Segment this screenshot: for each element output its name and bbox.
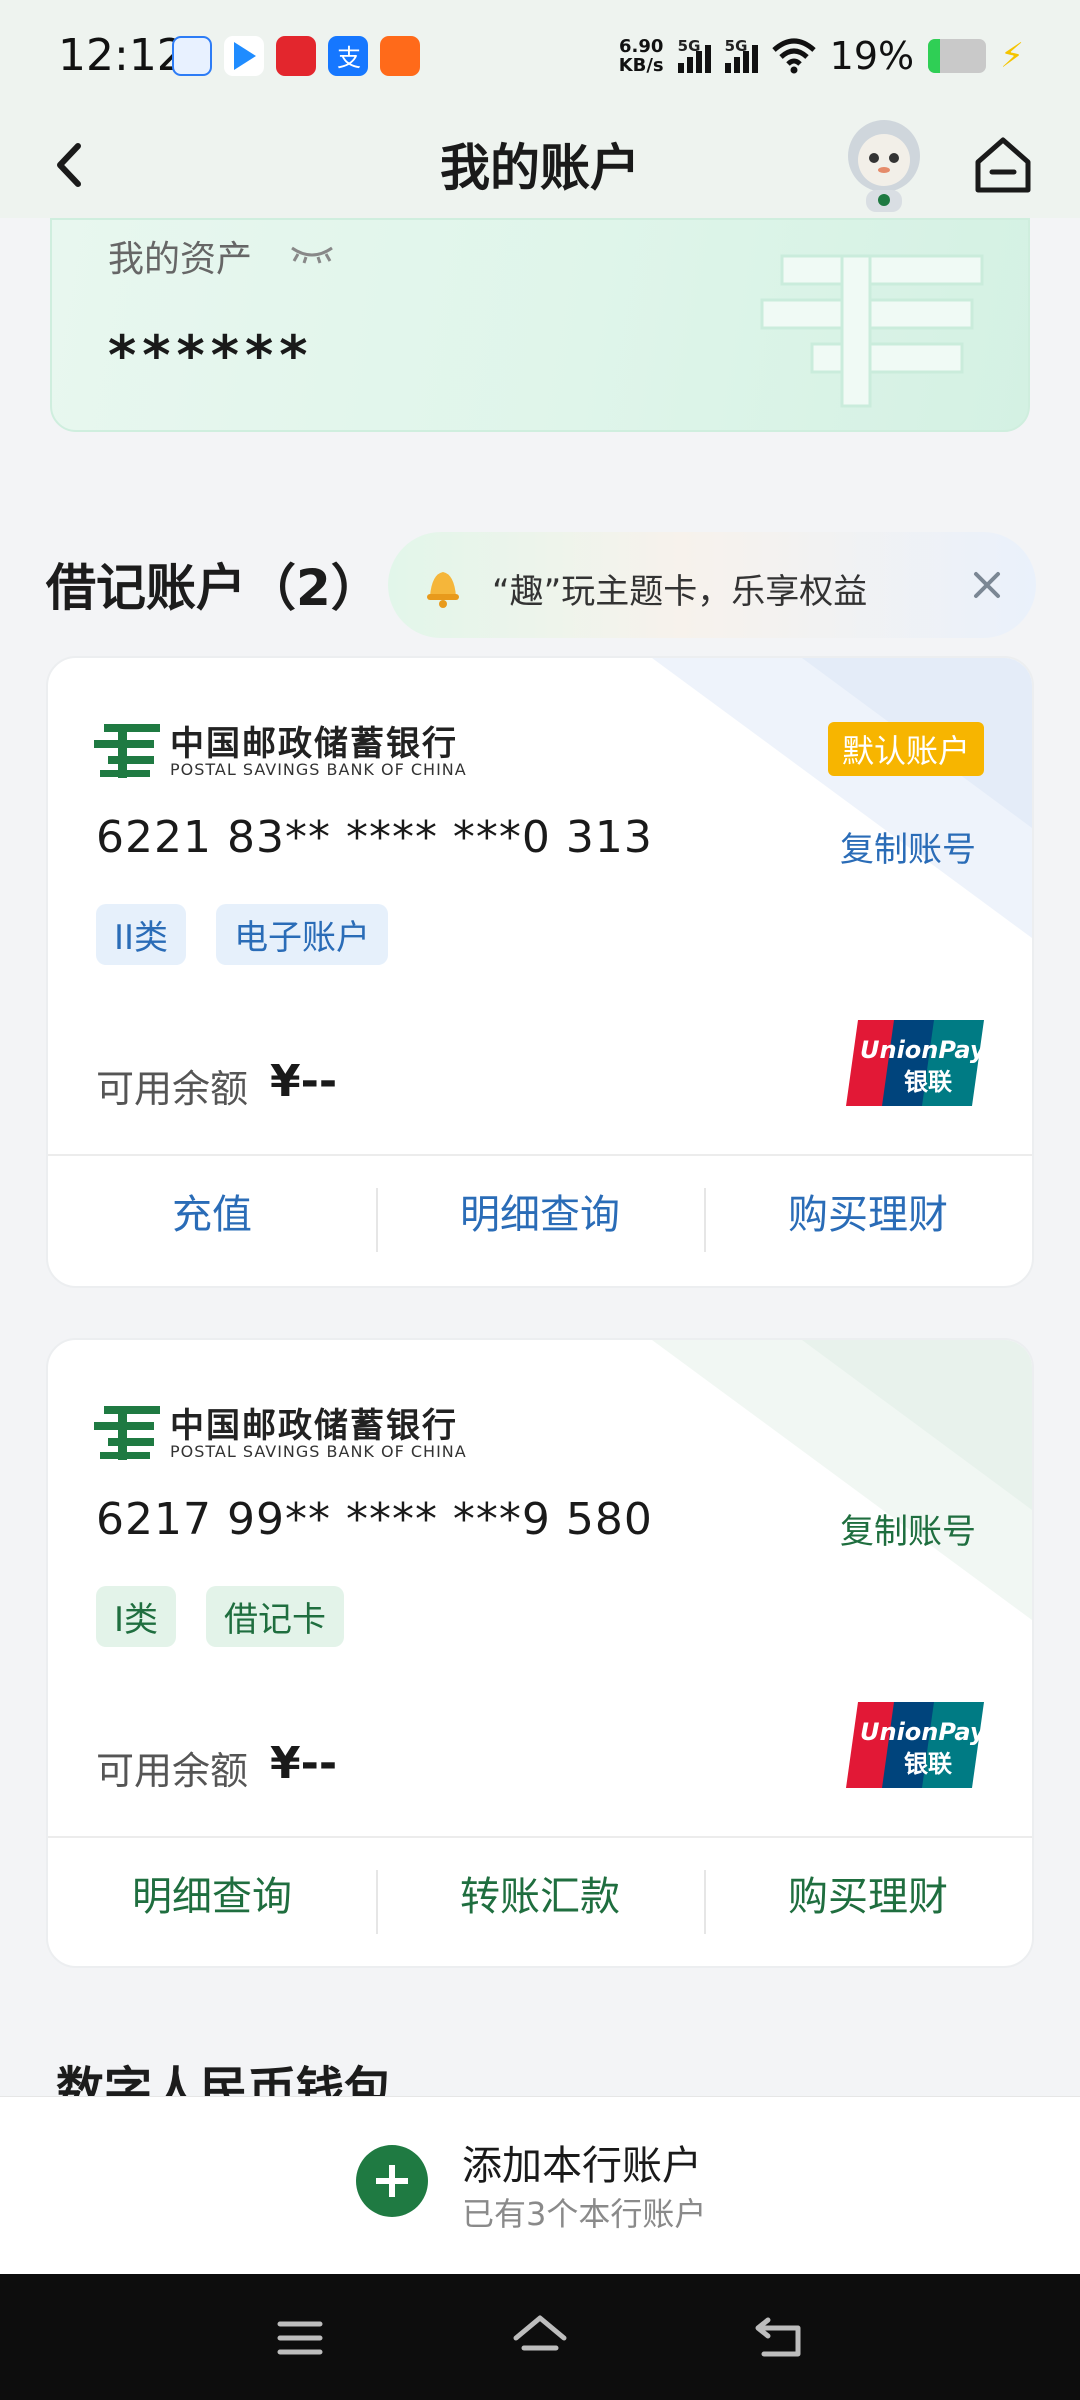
recharge-button[interactable]: 充值 [48,1156,376,1286]
buy-wealth-button[interactable]: 购买理财 [704,1838,1032,1966]
theme-card-promo[interactable]: “趣”玩主题卡，乐享权益 [388,532,1036,638]
notification-icons: 支 [172,36,420,76]
signal-icon-2: 5G [724,37,758,73]
account-class-tag: II类 [96,904,187,965]
default-account-badge: 默认账户 [827,722,984,776]
svg-text:支: 支 [337,44,361,72]
alipay-icon: 支 [328,36,368,76]
account-card-2[interactable]: 中国邮政储蓄银行 POSTAL SAVINGS BANK OF CHINA 62… [46,1338,1034,1968]
signal-type-label: 5G [677,37,701,55]
home-icon[interactable] [970,132,1036,198]
balance-value: ¥-- [270,1738,338,1789]
close-icon[interactable] [966,564,1008,606]
charging-icon: ⚡ [1000,36,1024,76]
asset-card[interactable]: 我的资产 ****** [50,218,1030,432]
account-actions: 明细查询 转账汇款 购买理财 [48,1838,1032,1966]
transfer-button[interactable]: 转账汇款 [376,1838,704,1966]
account-number: 6221 83** **** ***0 313 [96,812,653,863]
account-class-tag: I类 [96,1586,177,1647]
bank-logo: 中国邮政储蓄银行 POSTAL SAVINGS BANK OF CHINA [94,716,474,786]
battery-icon [928,39,987,73]
top-nav: 我的账户 [0,112,1080,218]
postal-watermark-logo [760,254,984,408]
bank-logo: 中国邮政储蓄银行 POSTAL SAVINGS BANK OF CHINA [94,1398,474,1468]
account-type-tag: 借记卡 [206,1586,345,1647]
account-tags: I类 借记卡 [96,1586,345,1647]
asset-label: 我的资产 [108,239,253,280]
add-account-title[interactable]: 添加本行账户 [462,2133,702,2191]
card-corner-decoration [652,658,1032,938]
unionpay-logo: UnionPay 银联 [846,1702,986,1788]
bank-name-en: POSTAL SAVINGS BANK OF CHINA [170,760,467,779]
add-account-bar[interactable]: 添加本行账户 已有3个本行账户 [0,2096,1080,2274]
copy-account-button[interactable]: 复制账号 [840,1504,976,1553]
postal-bank-icon [94,1406,160,1460]
account-card-1[interactable]: 中国邮政储蓄银行 POSTAL SAVINGS BANK OF CHINA 默认… [46,656,1034,1288]
status-time: 12:12 [58,30,185,81]
wifi-icon [771,38,816,74]
buy-wealth-button[interactable]: 购买理财 [704,1156,1032,1286]
unionpay-text-cn: 银联 [904,1750,952,1778]
details-query-button[interactable]: 明细查询 [376,1156,704,1286]
bank-name-en: POSTAL SAVINGS BANK OF CHINA [170,1442,467,1461]
balance-label: 可用余额 [96,1067,249,1111]
video-app-icon [224,36,264,76]
details-query-button[interactable]: 明细查询 [48,1838,376,1966]
bank-name-cn: 中国邮政储蓄银行 [170,1406,458,1446]
debit-section-title: 借记账户（2） [46,559,381,617]
account-actions: 充值 明细查询 购买理财 [48,1156,1032,1286]
unionpay-text-cn: 银联 [904,1068,952,1096]
add-account-subtitle: 已有3个本行账户 [462,2195,707,2233]
unionpay-logo: UnionPay 银联 [846,1020,986,1106]
status-bar: 12:12 支 6.90 KB/s 5G 5G 19% ⚡ [0,0,1080,112]
network-speed: 6.90 KB/s [619,37,664,75]
card-corner-decoration [652,1340,1032,1620]
account-tags: II类 电子账户 [96,904,389,965]
news-app-icon [276,36,316,76]
add-icon[interactable] [356,2145,428,2217]
unionpay-text-en: UnionPay [860,1718,986,1746]
account-type-tag: 电子账户 [216,904,389,965]
battery-percent: 19% [829,34,915,78]
shopping-app-icon [380,36,420,76]
bank-name-cn: 中国邮政储蓄银行 [170,724,458,764]
network-speed-unit: KB/s [618,55,664,76]
balance-label: 可用余额 [96,1749,249,1793]
bell-icon [427,572,459,608]
eye-closed-icon[interactable] [288,244,336,264]
postal-bank-icon [94,724,160,778]
menu-icon[interactable] [270,2308,330,2368]
mascot-icon[interactable] [838,112,930,216]
copy-account-button[interactable]: 复制账号 [840,822,976,871]
asset-value: ****** [108,324,314,387]
system-nav-bar [0,2274,1080,2400]
system-home-icon[interactable] [510,2308,570,2368]
unionpay-text-en: UnionPay [860,1036,986,1064]
signal-icon: 5G [677,37,711,73]
network-speed-value: 6.90 [618,36,664,57]
promo-text: “趣”玩主题卡，乐享权益 [492,572,868,612]
account-number: 6217 99** **** ***9 580 [96,1494,653,1545]
balance-value: ¥-- [270,1056,338,1107]
system-back-icon[interactable] [750,2308,810,2368]
status-indicators: 6.90 KB/s 5G 5G 19% ⚡ [619,34,1024,78]
app-notification-icon [172,36,212,76]
signal-type-label-2: 5G [724,37,748,55]
